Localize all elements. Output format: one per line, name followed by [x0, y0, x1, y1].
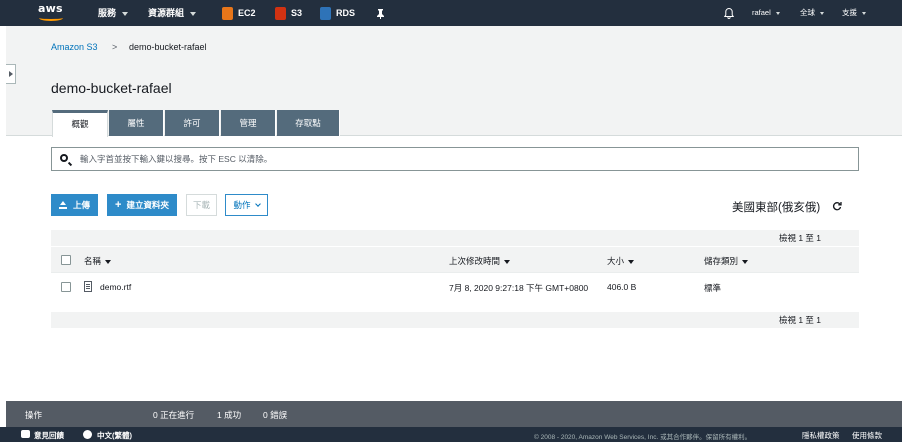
aws-logo-text: aws [38, 2, 63, 15]
sort-icon [105, 259, 112, 264]
view-range-label: 檢視 1 至 1 [778, 315, 821, 325]
language-selector[interactable]: 中文(繁體) [97, 430, 132, 441]
chevron-down-icon [820, 11, 824, 15]
refresh-icon[interactable] [832, 201, 842, 211]
operations-bar[interactable]: 操作 0 正在進行 1 成功 0 錯誤 [6, 401, 902, 427]
column-storage-class-label: 儲存類別 [704, 256, 739, 266]
top-nav: aws 服務 資源群組 EC2 S3 RDS rafael 全球 支援 [0, 0, 902, 26]
actions-label: 動作 [233, 200, 251, 210]
create-folder-button[interactable]: + 建立資料夾 [107, 194, 177, 216]
ec2-label: EC2 [238, 8, 256, 18]
resource-groups-label: 資源群組 [148, 8, 185, 18]
privacy-link[interactable]: 隱私權政策 [802, 430, 840, 441]
ec2-shortcut[interactable]: EC2 [222, 0, 256, 26]
actions-button[interactable]: 動作 [225, 194, 268, 216]
storage-class-cell: 標準 [704, 283, 722, 293]
file-icon [84, 281, 92, 292]
upload-icon [58, 201, 67, 210]
s3-label: S3 [291, 8, 303, 18]
pagination-top: 檢視 1 至 1 [51, 230, 859, 246]
sort-icon [742, 259, 749, 264]
column-name[interactable]: 名稱 [84, 255, 112, 267]
pin-icon[interactable] [376, 0, 385, 26]
chevron-right-icon [8, 71, 13, 77]
feedback-icon [21, 430, 30, 438]
services-label: 服務 [98, 8, 117, 18]
search-input[interactable] [80, 152, 840, 166]
feedback-link[interactable]: 意見回饋 [34, 430, 64, 441]
rds-label: RDS [336, 8, 356, 18]
operations-success: 1 成功 [217, 410, 242, 420]
tab-overview[interactable]: 概觀 [52, 110, 108, 137]
breadcrumb-amazon-s3[interactable]: Amazon S3 [51, 42, 98, 52]
rds-icon [320, 7, 331, 21]
column-last-modified-label: 上次修改時間 [449, 256, 501, 266]
account-label: rafael [752, 8, 771, 17]
tab-access-points[interactable]: 存取點 [277, 110, 340, 136]
view-range-label: 檢視 1 至 1 [778, 233, 821, 243]
column-name-label: 名稱 [84, 256, 102, 266]
aws-logo[interactable]: aws [38, 3, 64, 23]
tab-permissions[interactable]: 許可 [165, 110, 220, 136]
tab-properties[interactable]: 屬性 [109, 110, 164, 136]
column-size[interactable]: 大小 [607, 255, 635, 267]
chevron-down-icon [190, 11, 197, 16]
column-storage-class[interactable]: 儲存類別 [704, 255, 749, 267]
column-last-modified[interactable]: 上次修改時間 [449, 255, 511, 267]
account-menu[interactable]: rafael [752, 0, 780, 26]
aws-smile-icon [39, 15, 63, 21]
tab-management[interactable]: 管理 [221, 110, 276, 136]
bell-icon[interactable] [723, 0, 735, 26]
row-checkbox[interactable] [61, 282, 71, 292]
s3-icon [275, 7, 286, 21]
services-menu[interactable]: 服務 [98, 0, 129, 26]
chevron-down-icon [862, 11, 866, 15]
upload-label: 上傳 [72, 200, 90, 210]
operations-in-progress: 0 正在進行 [153, 410, 195, 420]
page-title: demo-bucket-rafael [51, 80, 172, 96]
pagination-bottom: 檢視 1 至 1 [51, 312, 859, 328]
chevron-down-icon [254, 201, 261, 207]
footer: 意見回饋 中文(繁體) © 2008 - 2020, Amazon Web Se… [0, 427, 902, 442]
size-cell: 406.0 B [607, 282, 637, 292]
last-modified-cell: 7月 8, 2020 9:27:18 下午 GMT+0800 [449, 283, 589, 293]
operations-label: 操作 [25, 410, 43, 420]
support-label: 支援 [842, 8, 857, 17]
chevron-down-icon [122, 11, 129, 16]
region-menu-label: 全球 [800, 8, 815, 17]
breadcrumb-current: demo-bucket-rafael [129, 42, 207, 52]
upload-button[interactable]: 上傳 [51, 194, 98, 216]
table-header: 名稱 上次修改時間 大小 儲存類別 [51, 247, 859, 273]
support-menu[interactable]: 支援 [842, 0, 866, 26]
sort-icon [628, 259, 635, 264]
rds-shortcut[interactable]: RDS [320, 0, 355, 26]
operations-errors: 0 錯誤 [263, 410, 288, 420]
terms-link[interactable]: 使用條款 [852, 430, 882, 441]
select-all-checkbox[interactable] [61, 255, 71, 265]
breadcrumb-separator: > [112, 42, 118, 52]
search-icon [60, 154, 68, 162]
globe-icon [83, 430, 92, 439]
column-size-label: 大小 [607, 256, 625, 266]
file-name-link[interactable]: demo.rtf [100, 282, 131, 292]
ec2-icon [222, 7, 233, 21]
sort-icon [504, 259, 511, 264]
chevron-down-icon [775, 11, 780, 15]
create-folder-label: 建立資料夾 [126, 200, 169, 210]
s3-shortcut[interactable]: S3 [275, 0, 302, 26]
region-label: 美國東部(俄亥俄) [732, 202, 821, 214]
sidebar-toggle[interactable] [6, 64, 16, 84]
region-menu[interactable]: 全球 [800, 0, 824, 26]
copyright-text: © 2008 - 2020, Amazon Web Services, Inc.… [534, 434, 752, 441]
plus-icon: + [115, 199, 122, 211]
resource-groups-menu[interactable]: 資源群組 [148, 0, 197, 26]
search-box [51, 147, 859, 171]
table-row[interactable]: demo.rtf 7月 8, 2020 9:27:18 下午 GMT+0800 … [51, 274, 859, 300]
download-button[interactable]: 下載 [186, 194, 217, 216]
